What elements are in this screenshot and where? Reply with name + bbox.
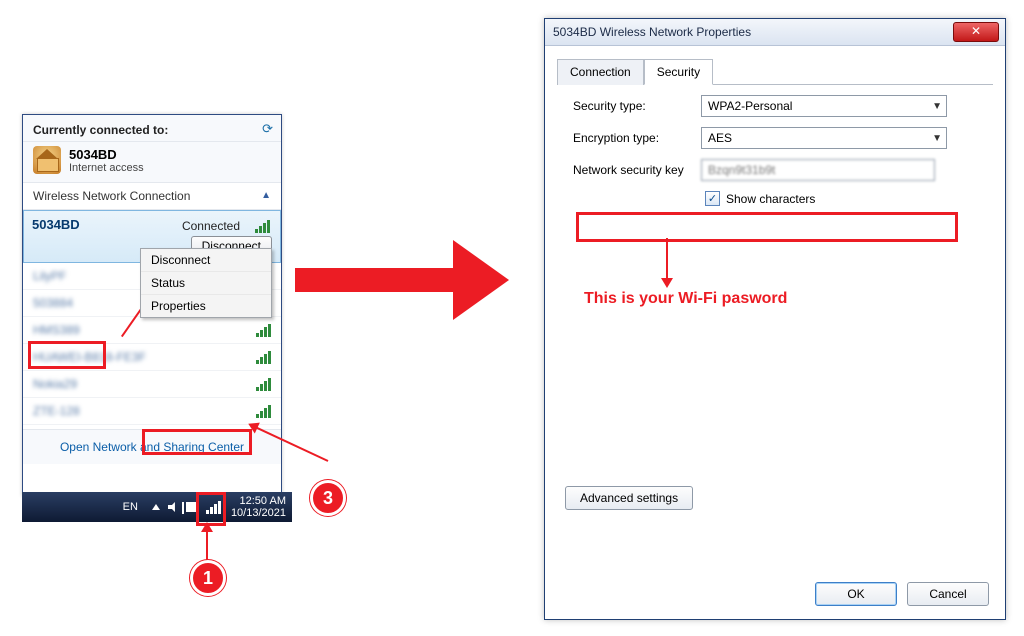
chevron-up-icon: ▲ [261,190,271,201]
current-network-status: Internet access [69,162,144,174]
tab-connection[interactable]: Connection [557,59,644,85]
encryption-type-label: Encryption type: [573,131,701,145]
list-item[interactable]: Nokia29 [23,371,281,398]
arrow-right-icon [295,240,525,320]
list-item[interactable]: HMS389 [23,317,281,344]
signal-icon [256,323,271,337]
system-tray [152,500,221,514]
dialog-title: 5034BD Wireless Network Properties [553,25,751,39]
list-item[interactable]: ZTE-128 [23,398,281,425]
selected-network-row[interactable]: 5034BD Connected Disconnect Disconnect S… [23,210,281,263]
ctx-properties[interactable]: Properties [141,294,271,317]
ok-button[interactable]: OK [815,582,897,606]
arrow-down-icon [666,238,668,280]
clock-date: 10/13/2021 [231,507,286,519]
list-item[interactable]: HUAWEI-B818-FE3F [23,344,281,371]
wireless-section-title[interactable]: Wireless Network Connection ▲ [23,182,281,210]
current-network-name: 5034BD [69,147,144,162]
tab-security[interactable]: Security [644,59,713,85]
callout-3: 3 [310,480,346,516]
action-center-icon[interactable] [186,502,198,512]
signal-icon [256,377,271,391]
arrow-up-icon [206,530,208,560]
dialog-tabs: Connection Security [557,58,993,85]
security-type-label: Security type: [573,99,701,113]
network-context-menu: Disconnect Status Properties [140,248,272,318]
signal-icon [256,404,271,418]
dialog-titlebar[interactable]: 5034BD Wireless Network Properties ✕ [545,19,1005,46]
connected-status-text: Connected [182,219,240,233]
taskbar: EN 12:50 AM 10/13/2021 [22,492,292,522]
signal-icon [255,219,270,233]
callout-1: 1 [190,560,226,596]
network-key-label: Network security key [573,163,701,177]
volume-icon[interactable] [168,502,178,512]
show-characters-label: Show characters [726,192,815,206]
current-network: 5034BD Internet access [23,142,281,182]
refresh-icon[interactable]: ⟳ [262,121,273,137]
advanced-settings-button[interactable]: Advanced settings [565,486,693,510]
network-key-field[interactable]: Bzqn9t31b9t [701,159,935,181]
security-type-select[interactable]: WPA2-Personal [701,95,947,117]
cancel-button[interactable]: Cancel [907,582,989,606]
tray-expand-icon[interactable] [152,504,160,510]
selected-ssid: 5034BD [32,217,80,232]
ctx-status[interactable]: Status [141,271,271,294]
ctx-disconnect[interactable]: Disconnect [141,249,271,271]
clock-time: 12:50 AM [231,495,286,507]
close-icon[interactable]: ✕ [953,22,999,42]
wifi-password-caption: This is your Wi-Fi pasword [584,290,787,308]
encryption-type-select[interactable]: AES [701,127,947,149]
network-tray-icon[interactable] [206,500,221,514]
signal-icon [256,350,271,364]
network-flyout: Currently connected to: ⟳ 5034BD Interne… [22,114,282,496]
clock[interactable]: 12:50 AM 10/13/2021 [231,495,286,519]
flyout-header: Currently connected to: ⟳ [23,115,281,142]
show-characters-checkbox[interactable]: ✓ [705,191,720,206]
connected-to-label: Currently connected to: [33,123,271,137]
home-network-icon [33,146,61,174]
wireless-properties-dialog: 5034BD Wireless Network Properties ✕ Con… [544,18,1006,620]
open-network-center-link[interactable]: Open Network and Sharing Center [23,429,281,464]
language-indicator[interactable]: EN [119,500,142,514]
